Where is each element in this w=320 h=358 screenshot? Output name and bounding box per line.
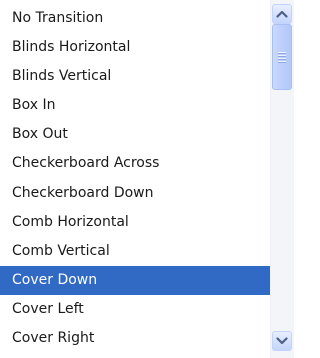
- list-item-checkerboard-across[interactable]: Checkerboard Across: [0, 149, 270, 178]
- list-item-blinds-horizontal[interactable]: Blinds Horizontal: [0, 33, 270, 62]
- transition-listbox[interactable]: No Transition Blinds Horizontal Blinds V…: [0, 0, 294, 358]
- transition-list: No Transition Blinds Horizontal Blinds V…: [0, 4, 270, 358]
- scroll-thumb[interactable]: [272, 24, 292, 90]
- list-item-no-transition[interactable]: No Transition: [0, 4, 270, 33]
- list-item-comb-vertical[interactable]: Comb Vertical: [0, 237, 270, 266]
- list-item-blinds-vertical[interactable]: Blinds Vertical: [0, 62, 270, 91]
- chevron-down-icon: [276, 337, 288, 345]
- list-item-box-in[interactable]: Box In: [0, 91, 270, 120]
- list-item-cover-down[interactable]: Cover Down: [0, 265, 270, 295]
- list-item-box-out[interactable]: Box Out: [0, 120, 270, 149]
- vertical-scrollbar[interactable]: [270, 0, 294, 358]
- chevron-up-icon: [276, 10, 288, 18]
- list-item-cover-right[interactable]: Cover Right: [0, 324, 270, 353]
- scroll-down-button[interactable]: [272, 331, 292, 351]
- list-item-cover-left[interactable]: Cover Left: [0, 295, 270, 324]
- scroll-up-button[interactable]: [272, 4, 292, 24]
- list-item-checkerboard-down[interactable]: Checkerboard Down: [0, 179, 270, 208]
- list-item-comb-horizontal[interactable]: Comb Horizontal: [0, 208, 270, 237]
